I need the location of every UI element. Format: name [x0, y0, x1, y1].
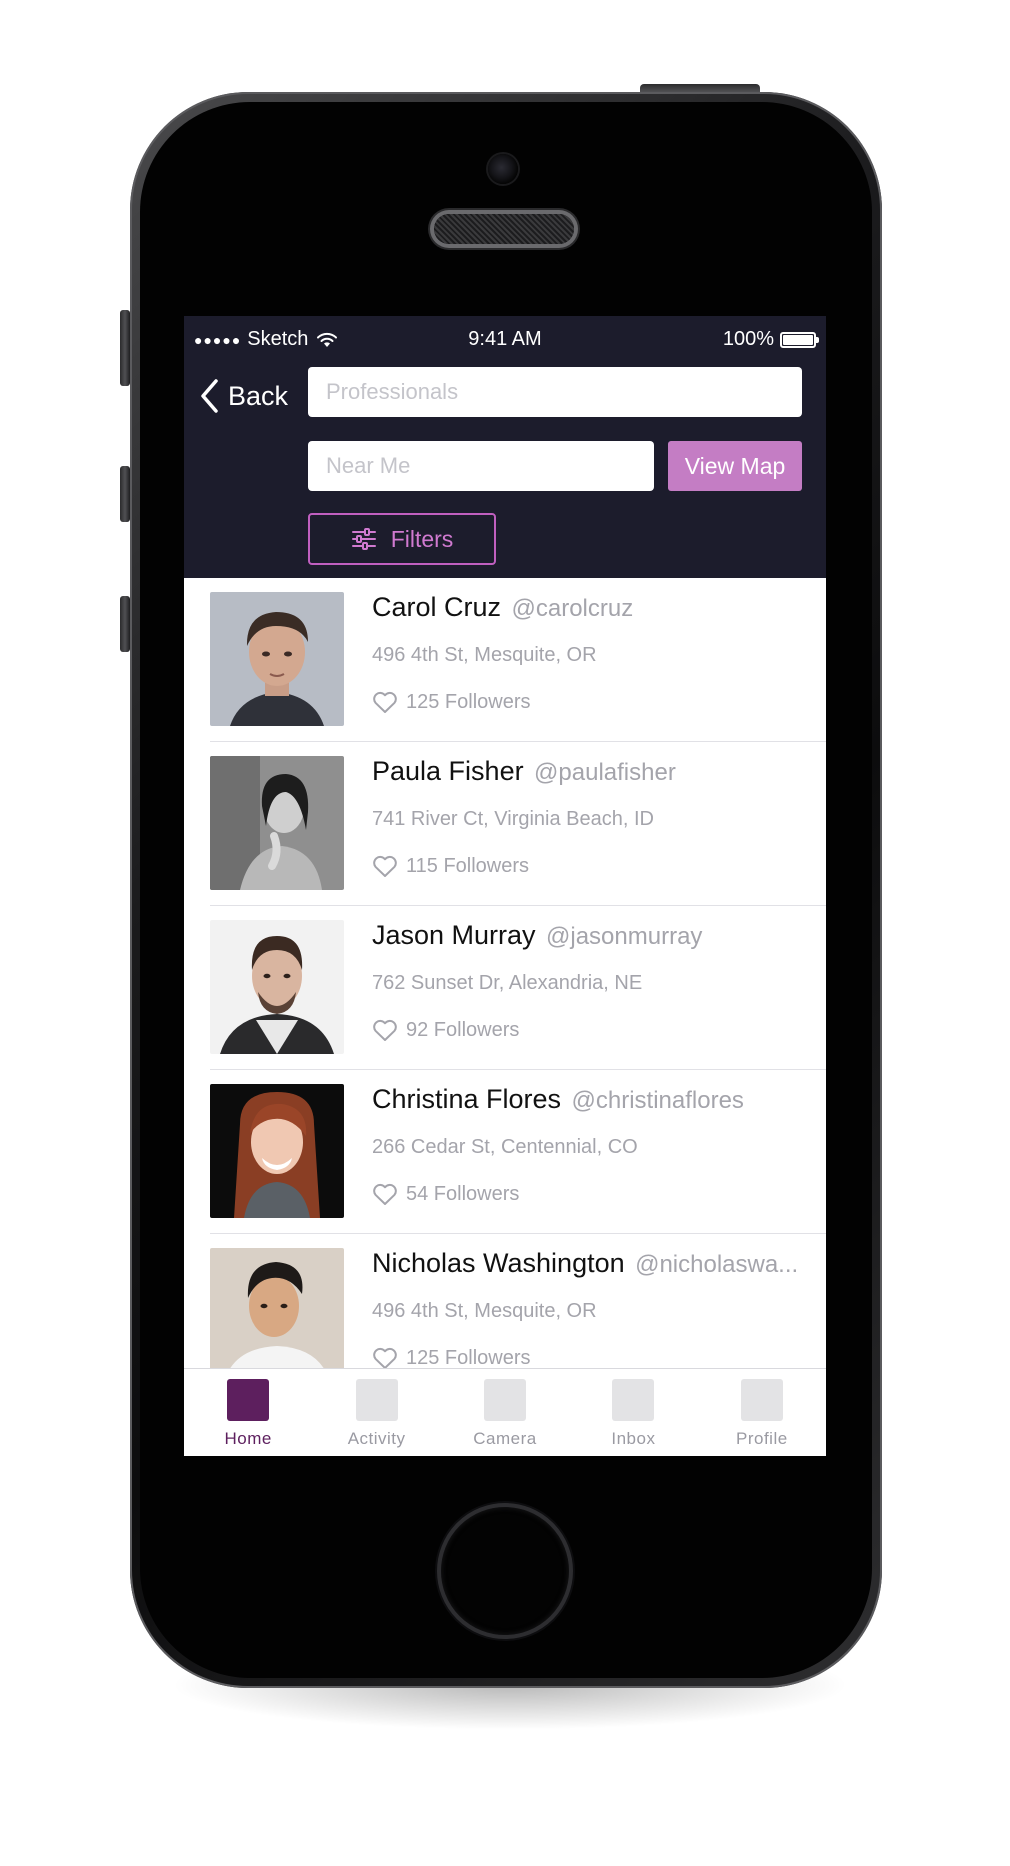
tab-bar: Home Activity Camera Inbox Profile: [184, 1368, 826, 1456]
followers-count: 115 Followers: [372, 855, 529, 878]
avatar: [210, 592, 344, 726]
person-address: 266 Cedar St, Centennial, CO: [372, 1136, 638, 1158]
home-icon: [227, 1379, 270, 1421]
name-line: Carol Cruz @carolcruz: [372, 592, 802, 623]
tab-camera[interactable]: Camera: [441, 1369, 569, 1456]
volume-down-button: [120, 596, 130, 652]
battery-percent: 100%: [722, 328, 774, 350]
tab-label: Home: [224, 1429, 272, 1448]
person-address: 762 Sunset Dr, Alexandria, NE: [372, 972, 643, 994]
tab-profile[interactable]: Profile: [698, 1369, 826, 1456]
avatar: [210, 756, 344, 890]
heart-icon: [373, 1347, 397, 1368]
heart-icon: [373, 855, 397, 877]
tab-activity[interactable]: Activity: [312, 1369, 440, 1456]
tab-label: Inbox: [611, 1429, 656, 1448]
list-item[interactable]: Carol Cruz @carolcruz 496 4th St, Mesqui…: [184, 578, 826, 742]
professionals-list: Carol Cruz @carolcruz 496 4th St, Mesqui…: [184, 578, 826, 1368]
back-label: Back: [228, 380, 289, 411]
battery-icon: [780, 331, 819, 348]
camera-icon: [484, 1379, 527, 1421]
filters-button[interactable]: Filters: [308, 513, 496, 565]
person-name: Nicholas Washington: [372, 1248, 625, 1278]
list-item[interactable]: Jason Murray @jasonmurray 762 Sunset Dr,…: [184, 906, 826, 1070]
person-address: 496 4th St, Mesquite, OR: [372, 1300, 597, 1322]
tab-label: Profile: [735, 1429, 788, 1448]
sliders-icon: [351, 528, 376, 550]
name-line: Nicholas Washington @nicholaswa...: [372, 1248, 802, 1279]
followers-label: 115 Followers: [406, 855, 530, 877]
person-handle: @jasonmurray: [546, 923, 703, 950]
person-address: 496 4th St, Mesquite, OR: [372, 644, 597, 666]
status-bar: ●●●●● Sketch 9:41 AM 100%: [184, 316, 826, 362]
person-handle: @paulafisher: [534, 759, 676, 786]
person-name: Carol Cruz: [372, 592, 502, 622]
mute-switch: [120, 310, 130, 386]
followers-count: 54 Followers: [372, 1183, 519, 1206]
view-map-button[interactable]: View Map: [668, 441, 802, 491]
tab-label: Activity: [347, 1429, 406, 1448]
followers-label: 92 Followers: [406, 1019, 520, 1041]
avatar: [210, 1248, 344, 1368]
front-camera: [488, 154, 518, 184]
earpiece-speaker: [434, 214, 574, 244]
heart-icon: [373, 691, 397, 713]
person-name: Paula Fisher: [372, 756, 524, 786]
back-button[interactable]: Back: [198, 374, 288, 418]
status-right: 100%: [722, 328, 819, 351]
heart-icon: [373, 1183, 397, 1205]
person-handle: @nicholaswa...: [635, 1251, 799, 1278]
avatar: [210, 1084, 344, 1218]
volume-up-button: [120, 466, 130, 522]
person-name: Jason Murray: [372, 920, 536, 950]
home-button[interactable]: [437, 1503, 573, 1639]
location-input[interactable]: [308, 441, 654, 491]
followers-count: 125 Followers: [372, 691, 531, 714]
person-handle: @carolcruz: [511, 595, 634, 622]
list-item[interactable]: Paula Fisher @paulafisher 741 River Ct, …: [184, 742, 826, 906]
tab-home[interactable]: Home: [184, 1369, 312, 1456]
filters-label: Filters: [390, 525, 454, 552]
name-line: Paula Fisher @paulafisher: [372, 756, 802, 787]
person-handle: @christinaflores: [571, 1087, 744, 1114]
profile-icon: [740, 1379, 783, 1421]
search-input[interactable]: [308, 367, 802, 417]
app-screen: ●●●●● Sketch 9:41 AM 100% Back View Map: [184, 316, 826, 1456]
followers-label: 125 Followers: [406, 1347, 531, 1368]
tab-inbox[interactable]: Inbox: [569, 1369, 697, 1456]
name-line: Christina Flores @christinaflores: [372, 1084, 802, 1115]
followers-count: 125 Followers: [372, 1347, 531, 1368]
followers-label: 125 Followers: [406, 691, 531, 713]
avatar: [210, 920, 344, 1054]
chevron-left-icon: [201, 379, 218, 413]
list-item[interactable]: Christina Flores @christinaflores 266 Ce…: [184, 1070, 826, 1234]
list-item[interactable]: Nicholas Washington @nicholaswa... 496 4…: [184, 1234, 826, 1368]
person-address: 741 River Ct, Virginia Beach, ID: [372, 808, 654, 830]
name-line: Jason Murray @jasonmurray: [372, 920, 802, 951]
followers-label: 54 Followers: [406, 1183, 520, 1205]
followers-count: 92 Followers: [372, 1019, 519, 1042]
tab-label: Camera: [473, 1429, 537, 1448]
activity-icon: [355, 1379, 398, 1421]
inbox-icon: [612, 1379, 655, 1421]
person-name: Christina Flores: [372, 1084, 562, 1114]
heart-icon: [373, 1019, 397, 1041]
